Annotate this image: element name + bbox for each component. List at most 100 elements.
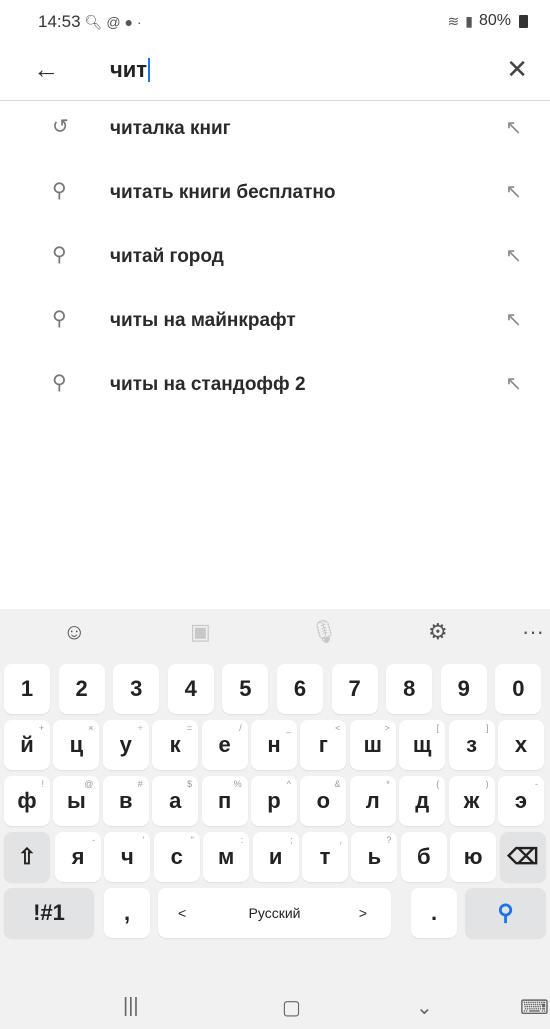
suggestion-label: читалка книг (110, 118, 231, 139)
more-icon[interactable]: ··· (522, 619, 544, 645)
home-icon[interactable]: ▢ (282, 995, 301, 1020)
key-9[interactable]: 9 (440, 664, 487, 714)
sticker-icon[interactable]: ▣ (190, 619, 211, 645)
key-letter[interactable]: к = (152, 720, 199, 770)
suggestion-item[interactable]: ⚲ читы на майнкрафт ↖ (0, 292, 550, 354)
key-letter[interactable]: ч ' (104, 832, 151, 882)
symbols-key[interactable]: !#1 (4, 888, 94, 938)
key-letter[interactable]: п% (201, 776, 248, 826)
key-1[interactable]: 1 (4, 664, 50, 714)
key-letter[interactable]: б (400, 832, 447, 882)
arrow-left-icon[interactable]: ← (33, 54, 59, 85)
key-hint: + (38, 723, 44, 733)
fill-query-arrow-icon[interactable]: ↖ (505, 115, 522, 140)
key-letter[interactable]: ш > (349, 720, 396, 770)
key-letter[interactable]: с " (153, 832, 200, 882)
key-letter-label: м (218, 844, 235, 869)
key-letter-label: г (318, 732, 328, 757)
key-letter[interactable]: о & (300, 776, 347, 826)
key-hint: < (335, 723, 341, 733)
key-4[interactable]: 4 (167, 664, 214, 714)
key-letter[interactable]: г < (300, 720, 347, 770)
backspace-key[interactable]: ⌫ (500, 832, 546, 882)
period-key[interactable]: . (411, 888, 457, 938)
key-letter-label: а (169, 788, 182, 813)
key-letter-label: о (316, 788, 331, 813)
key-letter[interactable]: е / (201, 720, 248, 770)
key-letter-label: ч (121, 844, 134, 869)
fill-query-arrow-icon[interactable]: ↖ (505, 179, 522, 204)
shift-key[interactable]: ⇧ (4, 832, 50, 882)
key-hint: : (240, 835, 244, 845)
key-2[interactable]: 2 (58, 664, 105, 714)
status-bar: 14:53 🔍︎ @ ● · ≋ ▮ 80% (0, 0, 550, 40)
key-letter-label: ю (463, 844, 483, 869)
key-letter[interactable]: ц × (53, 720, 100, 770)
search-icon: ⚲ (52, 372, 67, 394)
close-icon[interactable]: ✕ (506, 54, 528, 85)
keyboard-switch-icon[interactable]: ⌨ (520, 995, 549, 1020)
space-key[interactable]: < Русский > (158, 888, 391, 938)
key-letter[interactable]: з] (448, 720, 495, 770)
suggestion-item[interactable]: ↺ читалка книг ↖ (0, 100, 550, 162)
key-letter[interactable]: и; (252, 832, 299, 882)
gear-icon[interactable]: ⚙ (428, 619, 448, 645)
key-hint: = (186, 723, 193, 733)
key-letter-label: п (217, 788, 232, 813)
emoji-icon[interactable]: ☺ (63, 619, 85, 645)
key-0[interactable]: 0 (495, 664, 542, 714)
key-letter[interactable]: д( (399, 776, 446, 826)
key-letter[interactable]: у ÷ (102, 720, 149, 770)
key-hint: ( (436, 779, 440, 789)
shift-icon: ⇧ (17, 844, 37, 869)
key-8[interactable]: 8 (386, 664, 433, 714)
fill-query-arrow-icon[interactable]: ↖ (505, 371, 522, 396)
microphone-icon[interactable]: 🎙︎ (310, 619, 338, 645)
key-letter[interactable]: т, (302, 832, 348, 882)
key-letter[interactable]: в # (102, 776, 149, 826)
key-8-label: 8 (403, 676, 416, 701)
key-3[interactable]: 3 (113, 664, 160, 714)
key-letter[interactable]: ж) (448, 776, 495, 826)
recent-apps-icon[interactable]: ||| (123, 995, 139, 1018)
key-letter[interactable]: ы @ (53, 776, 100, 826)
wifi-icon: ≋ (447, 12, 460, 29)
comma-key[interactable]: , (104, 888, 150, 938)
key-letter-label: к (169, 732, 181, 757)
suggestion-label: читать книги бесплатно (110, 182, 336, 203)
key-3-label: 3 (130, 676, 143, 701)
key-letter[interactable]: ю (450, 832, 497, 882)
key-letter[interactable]: р ^ (251, 776, 297, 826)
key-letter[interactable]: ь? (351, 832, 398, 882)
search-input[interactable]: чит (110, 57, 151, 83)
key-letter[interactable]: ф! (4, 776, 50, 826)
key-letter-label: т (319, 844, 331, 869)
key-hint: ! (41, 779, 44, 789)
key-letter[interactable]: х (498, 720, 544, 770)
suggestion-label: читы на стандофф 2 (110, 374, 306, 395)
clock: 14:53 (38, 12, 81, 31)
search-icon: ⚲ (52, 244, 67, 266)
key-6[interactable]: 6 (277, 664, 323, 714)
key-letter[interactable]: э- (498, 776, 544, 826)
key-letter[interactable]: я- (55, 832, 101, 882)
fill-query-arrow-icon[interactable]: ↖ (505, 307, 522, 332)
key-letter[interactable]: й + (4, 720, 50, 770)
key-letter[interactable]: н _ (251, 720, 297, 770)
backspace-icon: ⌫ (507, 844, 539, 869)
suggestion-item[interactable]: ⚲ читать книги бесплатно ↖ (0, 164, 550, 226)
suggestion-item[interactable]: ⚲ читай город ↖ (0, 228, 550, 290)
key-letter[interactable]: а $ (152, 776, 199, 826)
chevron-down-icon[interactable]: ⌄ (416, 995, 433, 1020)
suggestion-item[interactable]: ⚲ читы на стандофф 2 ↖ (0, 356, 550, 418)
key-letter[interactable]: м: (203, 832, 250, 882)
key-hint: , (339, 835, 342, 845)
signal-icon: ▮ (465, 12, 473, 29)
key-7[interactable]: 7 (331, 664, 378, 714)
fill-query-arrow-icon[interactable]: ↖ (505, 243, 522, 268)
key-5[interactable]: 5 (222, 664, 269, 714)
key-letter[interactable]: щ[ (399, 720, 446, 770)
search-key[interactable]: ⚲ (465, 888, 546, 938)
key-hint: ^ (286, 779, 291, 789)
key-letter[interactable]: л * (349, 776, 396, 826)
